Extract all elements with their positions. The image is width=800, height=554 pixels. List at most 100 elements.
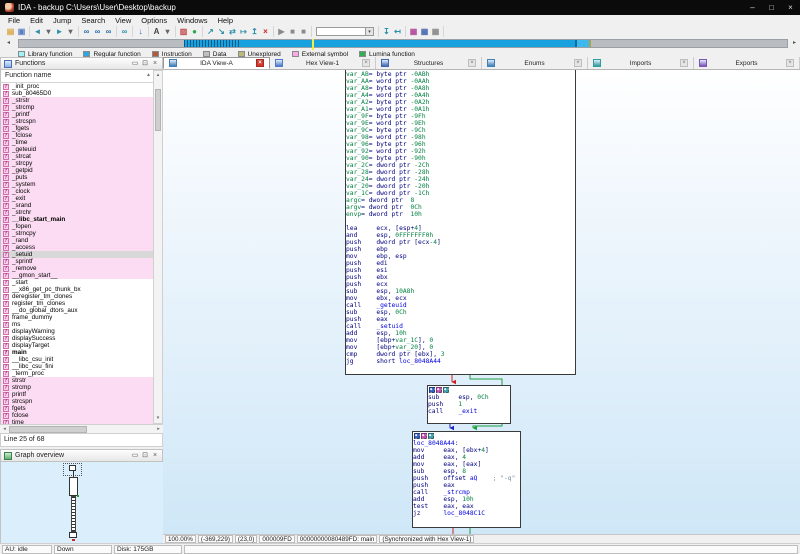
- function-row[interactable]: f_init_proc: [1, 83, 153, 90]
- function-row[interactable]: f_geteuid: [1, 146, 153, 153]
- function-row[interactable]: f_strncpy: [1, 230, 153, 237]
- function-row[interactable]: f_system: [1, 181, 153, 188]
- navigation-band[interactable]: [18, 39, 788, 48]
- function-row[interactable]: f_rand: [1, 237, 153, 244]
- code-line[interactable]: var_98= word ptr -98h: [346, 134, 575, 141]
- code-line[interactable]: push offset aQ ; "-q": [413, 475, 520, 482]
- lumina-icon[interactable]: ●: [189, 26, 200, 37]
- functions-panel-float-icon[interactable]: ⊡: [140, 58, 150, 70]
- code-line[interactable]: var_AB= byte ptr -0ABh: [346, 71, 575, 78]
- code-line[interactable]: sub esp, 10A8h: [346, 288, 575, 295]
- step-into-icon[interactable]: ↧: [381, 26, 392, 37]
- function-row[interactable]: f_start: [1, 279, 153, 286]
- debug-1-icon[interactable]: ↗: [205, 26, 216, 37]
- back-menu-icon[interactable]: ▾: [43, 26, 54, 37]
- code-line[interactable]: var_96= byte ptr -96h: [346, 141, 575, 148]
- code-line[interactable]: sub esp, 0Ch: [346, 309, 575, 316]
- graph-view-canvas[interactable]: var_AB= byte ptr -0ABhvar_AA= word ptr -…: [163, 70, 800, 534]
- function-row[interactable]: f_fclose: [1, 132, 153, 139]
- function-row[interactable]: f__x86_get_pc_thunk_bx: [1, 286, 153, 293]
- breakpoints-icon[interactable]: ▦: [408, 26, 419, 37]
- function-row[interactable]: f_setuid: [1, 251, 153, 258]
- tab-close-icon[interactable]: ×: [574, 59, 582, 67]
- forward-icon[interactable]: ►: [54, 26, 65, 37]
- code-line[interactable]: argc= dword ptr 8: [346, 197, 575, 204]
- code-line[interactable]: var_A4= word ptr -0A4h: [346, 92, 575, 99]
- function-row[interactable]: fmain: [1, 349, 153, 356]
- node-button-icon[interactable]: [414, 433, 420, 439]
- code-line[interactable]: add esp, 10h: [346, 330, 575, 337]
- code-line[interactable]: loc_8048A44:: [413, 440, 520, 447]
- function-row[interactable]: fstrcspn: [1, 398, 153, 405]
- function-row[interactable]: f__libc_csu_fini: [1, 363, 153, 370]
- function-row[interactable]: f_getpid: [1, 167, 153, 174]
- text-view-icon[interactable]: A: [151, 26, 162, 37]
- node-button-icon[interactable]: [428, 433, 434, 439]
- function-row[interactable]: f_strstr: [1, 97, 153, 104]
- code-line[interactable]: push edi: [346, 260, 575, 267]
- code-line[interactable]: var_A8= byte ptr -0A8h: [346, 85, 575, 92]
- code-line[interactable]: var_A2= byte ptr -0A2h: [346, 99, 575, 106]
- node-toolbar[interactable]: [428, 386, 510, 394]
- code-line[interactable]: push eax: [413, 482, 520, 489]
- code-line[interactable]: envp= dword ptr 10h: [346, 211, 575, 218]
- function-row[interactable]: fstrcmp: [1, 384, 153, 391]
- code-line[interactable]: mov eax, [eax]: [413, 461, 520, 468]
- debug-2-icon[interactable]: ↘: [216, 26, 227, 37]
- node-button-icon[interactable]: [436, 387, 442, 393]
- terminate-icon[interactable]: ×: [260, 26, 271, 37]
- scroll-left-icon[interactable]: ◂: [0, 426, 9, 432]
- function-row[interactable]: f_strcat: [1, 153, 153, 160]
- function-row[interactable]: f_fgets: [1, 125, 153, 132]
- function-row[interactable]: f_access: [1, 244, 153, 251]
- tab-imports[interactable]: Imports×: [588, 57, 694, 69]
- function-row[interactable]: f_exit: [1, 195, 153, 202]
- function-row[interactable]: f__do_global_dtors_aux: [1, 307, 153, 314]
- node-button-icon[interactable]: [429, 387, 435, 393]
- search-again-icon[interactable]: ∞: [119, 26, 130, 37]
- tab-exports[interactable]: Exports×: [694, 57, 800, 69]
- functions-panel-restore-icon[interactable]: ▭: [130, 58, 140, 70]
- code-line[interactable]: mov ebp, esp: [346, 253, 575, 260]
- tab-close-icon[interactable]: ×: [680, 59, 688, 67]
- menu-item-windows[interactable]: Windows: [172, 16, 212, 25]
- function-row[interactable]: ffclose: [1, 412, 153, 419]
- function-row[interactable]: fdisplayTarget: [1, 342, 153, 349]
- code-line[interactable]: and esp, 0FFFFFFF0h: [346, 232, 575, 239]
- code-line[interactable]: var_90= byte ptr -90h: [346, 155, 575, 162]
- function-row[interactable]: f_strcpy: [1, 160, 153, 167]
- code-line[interactable]: cmp dword ptr [ebx], 3: [346, 351, 575, 358]
- chevron-down-icon[interactable]: ▾: [365, 28, 373, 35]
- search-3-icon[interactable]: ∞: [103, 26, 114, 37]
- search-1-icon[interactable]: ∞: [81, 26, 92, 37]
- start-process-icon[interactable]: ▶: [276, 26, 287, 37]
- graph-node-loc-8048A44[interactable]: loc_8048A44:mov eax, [ebx+4]add eax, 4mo…: [412, 431, 521, 528]
- function-row[interactable]: f_sprintf: [1, 258, 153, 265]
- debug-5-icon[interactable]: ↥: [249, 26, 260, 37]
- code-line[interactable]: test eax, eax: [413, 503, 520, 510]
- code-line[interactable]: push eax: [346, 316, 575, 323]
- menu-item-file[interactable]: File: [3, 16, 25, 25]
- search-2-icon[interactable]: ∞: [92, 26, 103, 37]
- watches-icon[interactable]: ▦: [419, 26, 430, 37]
- step-over-icon[interactable]: ↤: [392, 26, 403, 37]
- overview-panel-float-icon[interactable]: ⊡: [140, 450, 150, 462]
- function-row[interactable]: f_time: [1, 139, 153, 146]
- tab-close-icon[interactable]: ×: [256, 59, 264, 67]
- function-row[interactable]: f_printf: [1, 111, 153, 118]
- code-line[interactable]: var_24= dword ptr -24h: [346, 176, 575, 183]
- scroll-down-icon[interactable]: ▾: [154, 414, 162, 423]
- function-row[interactable]: fsub_80465D0: [1, 90, 153, 97]
- stop-process-icon[interactable]: ■: [298, 26, 309, 37]
- vertical-scroll-thumb[interactable]: [155, 89, 161, 131]
- function-row[interactable]: f_strcspn: [1, 118, 153, 125]
- tab-enums[interactable]: Enums×: [482, 57, 588, 69]
- save-icon[interactable]: ▣: [16, 26, 27, 37]
- code-line[interactable]: push ebx: [346, 274, 575, 281]
- debug-4-icon[interactable]: ↦: [238, 26, 249, 37]
- code-line[interactable]: var_9F= byte ptr -9Fh: [346, 113, 575, 120]
- node-button-icon[interactable]: [421, 433, 427, 439]
- function-row[interactable]: fframe_dummy: [1, 314, 153, 321]
- scroll-right-icon[interactable]: ▸: [154, 426, 163, 432]
- function-row[interactable]: f_srand: [1, 202, 153, 209]
